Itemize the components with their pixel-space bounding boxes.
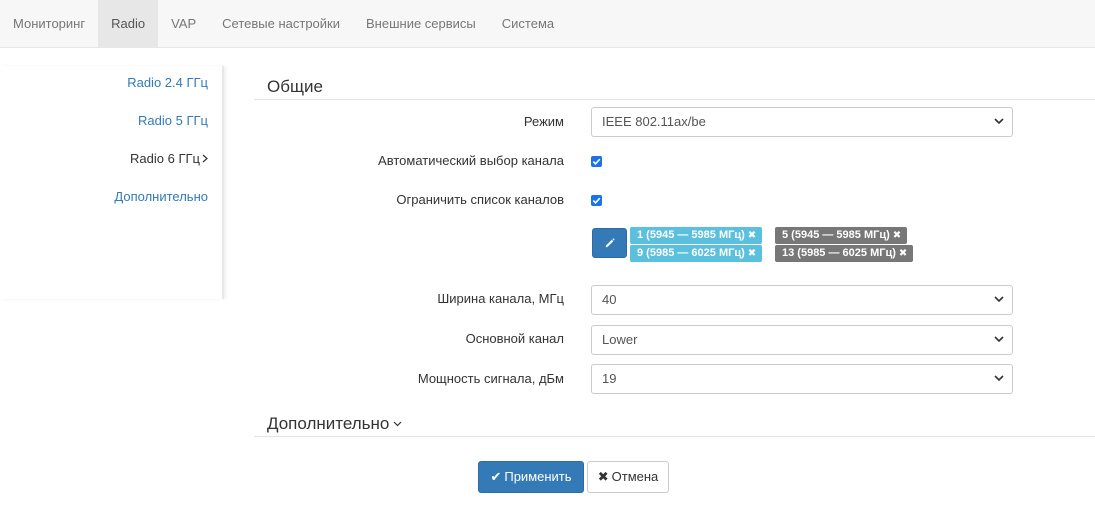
section-title-text: Общие	[267, 77, 323, 96]
channel-tag-label: 13 (5985 — 6025 МГц)	[782, 247, 896, 259]
chevron-down-icon	[994, 365, 1004, 404]
check-icon	[592, 197, 601, 204]
auto-channel-checkbox[interactable]	[591, 156, 602, 167]
check-icon	[592, 158, 601, 165]
section-title-general: Общие	[254, 77, 1095, 100]
chevron-down-icon	[994, 326, 1004, 365]
chevron-down-icon	[994, 286, 1004, 325]
times-icon[interactable]: ✖	[748, 230, 756, 241]
primary-channel-select[interactable]: Lower	[591, 325, 1013, 355]
primary-channel-value: Lower	[602, 332, 638, 347]
cancel-button[interactable]: ✖ Отмена	[587, 461, 669, 493]
sidebar-item-radio-6[interactable]: Radio 6 ГГц	[130, 151, 208, 166]
pencil-icon	[605, 238, 615, 248]
channel-tag[interactable]: 1 (5945 — 5985 МГц) ✖	[630, 227, 763, 244]
tab-monitoring[interactable]: Мониторинг	[0, 0, 98, 47]
channel-tag[interactable]: 5 (5945 — 5985 МГц) ✖	[775, 227, 908, 244]
edit-channels-button[interactable]	[592, 228, 627, 258]
mode-label: Режим	[523, 114, 564, 129]
signal-power-select[interactable]: 19	[591, 364, 1013, 394]
tab-external-services[interactable]: Внешние сервисы	[353, 0, 489, 47]
apply-button[interactable]: ✔ Применить	[478, 461, 584, 493]
sidebar-item-advanced[interactable]: Дополнительно	[114, 189, 208, 204]
channel-tag-label: 1 (5945 — 5985 МГц)	[637, 229, 745, 241]
tab-radio[interactable]: Radio	[98, 0, 159, 47]
top-navigation: Мониторинг Radio VAP Сетевые настройки В…	[0, 0, 1095, 48]
tab-vap[interactable]: VAP	[158, 0, 209, 47]
apply-button-label: Применить	[504, 469, 572, 484]
cancel-button-label: Отмена	[611, 469, 659, 484]
times-icon[interactable]: ✖	[748, 248, 756, 259]
times-icon[interactable]: ✖	[899, 248, 907, 259]
times-icon[interactable]: ✖	[893, 230, 901, 241]
tab-system[interactable]: Система	[489, 0, 567, 47]
section-title-text: Дополнительно	[267, 414, 390, 433]
mode-select[interactable]: IEEE 802.11ax/be	[591, 107, 1013, 137]
channel-tag[interactable]: 9 (5985 — 6025 МГц) ✖	[630, 245, 763, 262]
signal-power-label: Мощность сигнала, дБм	[417, 371, 564, 386]
primary-channel-label: Основной канал	[465, 331, 564, 346]
auto-channel-label: Автоматический выбор канала	[378, 153, 564, 168]
channel-width-select[interactable]: 40	[591, 285, 1013, 315]
sidebar-item-radio-5[interactable]: Radio 5 ГГц	[138, 113, 208, 128]
sidebar-item-radio-2-4[interactable]: Radio 2.4 ГГц	[127, 75, 208, 90]
channel-width-value: 40	[602, 292, 617, 307]
chevron-right-icon	[202, 151, 208, 166]
limit-channels-label: Ограничить список каналов	[396, 192, 564, 207]
sidebar-item-label: Radio 6 ГГц	[130, 151, 200, 166]
chevron-down-icon	[994, 108, 1004, 147]
chevron-down-icon	[393, 416, 402, 430]
tab-network-settings[interactable]: Сетевые настройки	[209, 0, 353, 47]
channel-width-label: Ширина канала, МГц	[437, 291, 564, 306]
channel-tag[interactable]: 13 (5985 — 6025 МГц) ✖	[775, 245, 914, 262]
channel-tag-label: 5 (5945 — 5985 МГц)	[782, 229, 890, 241]
signal-power-value: 19	[602, 371, 617, 386]
section-title-advanced[interactable]: Дополнительно	[254, 414, 1095, 437]
channel-tag-label: 9 (5985 — 6025 МГц)	[637, 247, 745, 259]
limit-channels-checkbox[interactable]	[591, 195, 602, 206]
sidebar: Radio 2.4 ГГц Radio 5 ГГц Radio 6 ГГц До…	[0, 66, 224, 299]
mode-select-value: IEEE 802.11ax/be	[602, 114, 706, 129]
check-icon: ✔	[490, 469, 502, 484]
times-icon: ✖	[597, 469, 609, 484]
